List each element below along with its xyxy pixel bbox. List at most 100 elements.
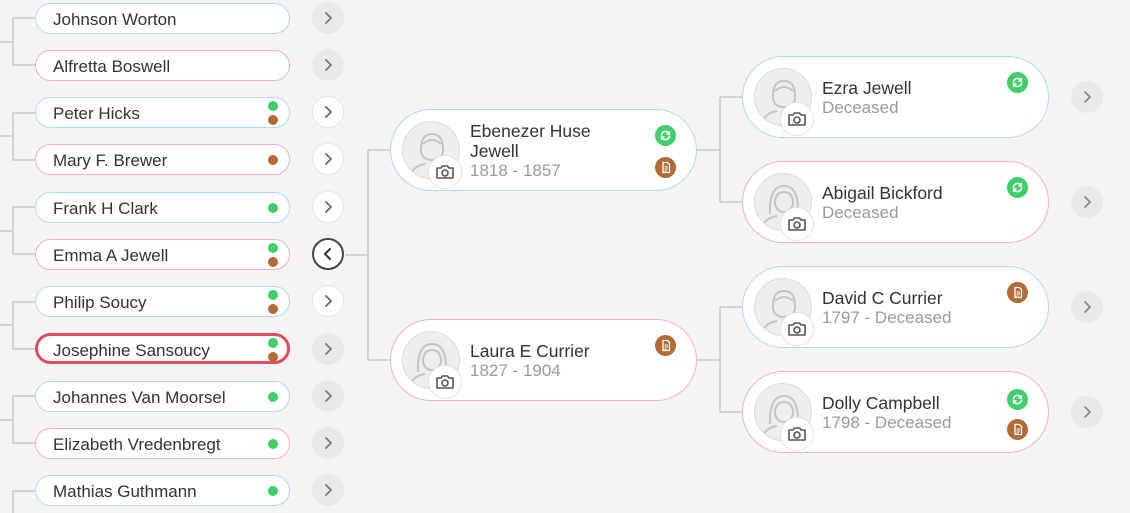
mother-card[interactable]: Laura E Currier 1827 - 1904 — [390, 319, 697, 401]
person-name: Johannes Van Moorsel — [53, 388, 226, 407]
paternal-grandmother-card[interactable]: Abigail Bickford Deceased — [742, 161, 1049, 243]
record-hint-dot — [268, 438, 278, 449]
record-hint-dot — [268, 202, 278, 213]
person-pill[interactable]: Philip Soucy — [35, 286, 290, 317]
camera-icon — [788, 322, 806, 336]
chevron-right-icon — [325, 201, 332, 213]
expand-button[interactable] — [312, 427, 344, 459]
chevron-right-icon — [325, 59, 332, 71]
camera-icon — [788, 217, 806, 231]
person-pill[interactable]: Peter Hicks — [35, 97, 290, 128]
person-pill[interactable]: Emma A Jewell — [35, 239, 290, 270]
sync-icon[interactable] — [1007, 177, 1028, 198]
camera-icon — [436, 375, 454, 389]
person-name: Elizabeth Vredenbregt — [53, 435, 221, 454]
chevron-left-icon — [324, 248, 331, 260]
father-card[interactable]: Ebenezer Huse Jewell 1818 - 1857 — [390, 109, 697, 191]
camera-button[interactable] — [428, 365, 462, 399]
person-pill[interactable]: Johnson Worton — [35, 3, 290, 34]
camera-button[interactable] — [428, 155, 462, 189]
person-pill[interactable]: Mathias Guthmann — [35, 475, 290, 506]
expand-button[interactable] — [312, 333, 344, 365]
collapse-button[interactable] — [312, 238, 344, 270]
person-name: Ezra Jewell — [822, 78, 912, 98]
person-dates: 1818 - 1857 — [470, 161, 561, 180]
person-pill[interactable]: Elizabeth Vredenbregt — [35, 428, 290, 459]
paternal-grandfather-card[interactable]: Ezra Jewell Deceased — [742, 56, 1049, 138]
record-hint-dot — [268, 243, 278, 253]
person-pill[interactable]: Mary F. Brewer — [35, 144, 290, 175]
source-dot — [267, 351, 278, 362]
chevron-right-icon — [325, 343, 332, 355]
chevron-right-icon — [325, 484, 332, 496]
person-pill-selected[interactable]: Josephine Sansoucy — [35, 333, 290, 364]
person-name: Philip Soucy — [53, 293, 147, 312]
expand-button[interactable] — [312, 191, 344, 223]
person-name: Emma A Jewell — [53, 246, 169, 265]
person-dates: Deceased — [822, 98, 899, 117]
person-name: Peter Hicks — [53, 104, 140, 123]
expand-button[interactable] — [1071, 81, 1103, 113]
camera-button[interactable] — [780, 207, 814, 241]
chevron-right-icon — [1084, 406, 1091, 418]
chevron-right-icon — [1084, 91, 1091, 103]
chevron-right-icon — [325, 295, 332, 307]
person-pill[interactable]: Alfretta Boswell — [35, 50, 290, 81]
expand-button[interactable] — [1071, 291, 1103, 323]
camera-icon — [436, 165, 454, 179]
source-dot — [268, 257, 278, 267]
expand-button[interactable] — [312, 143, 344, 175]
person-name: Abigail Bickford — [822, 183, 943, 203]
person-dates: Deceased — [822, 203, 899, 222]
document-icon[interactable] — [1007, 419, 1028, 440]
document-icon[interactable] — [1007, 282, 1028, 303]
document-icon[interactable] — [655, 157, 676, 178]
chevron-right-icon — [325, 437, 332, 449]
expand-button[interactable] — [312, 474, 344, 506]
person-dates: 1798 - Deceased — [822, 413, 952, 432]
maternal-grandmother-card[interactable]: Dolly Campbell 1798 - Deceased — [742, 371, 1049, 453]
document-icon[interactable] — [655, 335, 676, 356]
record-hint-dot — [268, 391, 278, 402]
source-dot — [268, 115, 278, 125]
camera-button[interactable] — [780, 417, 814, 451]
record-hint-dot — [267, 337, 278, 348]
person-name: Josephine Sansoucy — [53, 340, 210, 360]
person-name: Mary F. Brewer — [53, 151, 168, 170]
person-dates: 1797 - Deceased — [822, 308, 952, 327]
person-pill[interactable]: Frank H Clark — [35, 192, 290, 223]
source-dot — [268, 154, 278, 165]
camera-icon — [788, 427, 806, 441]
person-name: Laura E Currier — [470, 341, 590, 361]
camera-button[interactable] — [780, 312, 814, 346]
camera-icon — [788, 112, 806, 126]
person-dates: 1827 - 1904 — [470, 361, 561, 380]
person-pill[interactable]: Johannes Van Moorsel — [35, 381, 290, 412]
record-hint-dot — [268, 101, 278, 111]
sync-icon[interactable] — [655, 125, 676, 146]
expand-button[interactable] — [1071, 396, 1103, 428]
person-name: Mathias Guthmann — [53, 482, 197, 501]
source-dot — [268, 304, 278, 314]
person-name: Dolly Campbell — [822, 393, 940, 413]
maternal-grandfather-card[interactable]: David C Currier 1797 - Deceased — [742, 266, 1049, 348]
sync-icon[interactable] — [1007, 389, 1028, 410]
expand-button[interactable] — [312, 49, 344, 81]
expand-button[interactable] — [312, 380, 344, 412]
camera-button[interactable] — [780, 102, 814, 136]
person-name: Ebenezer Huse Jewell — [470, 121, 591, 161]
chevron-right-icon — [325, 106, 332, 118]
person-name: Frank H Clark — [53, 199, 158, 218]
expand-button[interactable] — [312, 285, 344, 317]
chevron-right-icon — [325, 390, 332, 402]
chevron-right-icon — [1084, 196, 1091, 208]
record-hint-dot — [268, 290, 278, 300]
person-name: David C Currier — [822, 288, 943, 308]
sync-icon[interactable] — [1007, 72, 1028, 93]
expand-button[interactable] — [1071, 186, 1103, 218]
expand-button[interactable] — [312, 96, 344, 128]
expand-button[interactable] — [312, 2, 344, 34]
chevron-right-icon — [325, 12, 332, 24]
chevron-right-icon — [325, 153, 332, 165]
record-hint-dot — [268, 485, 278, 496]
